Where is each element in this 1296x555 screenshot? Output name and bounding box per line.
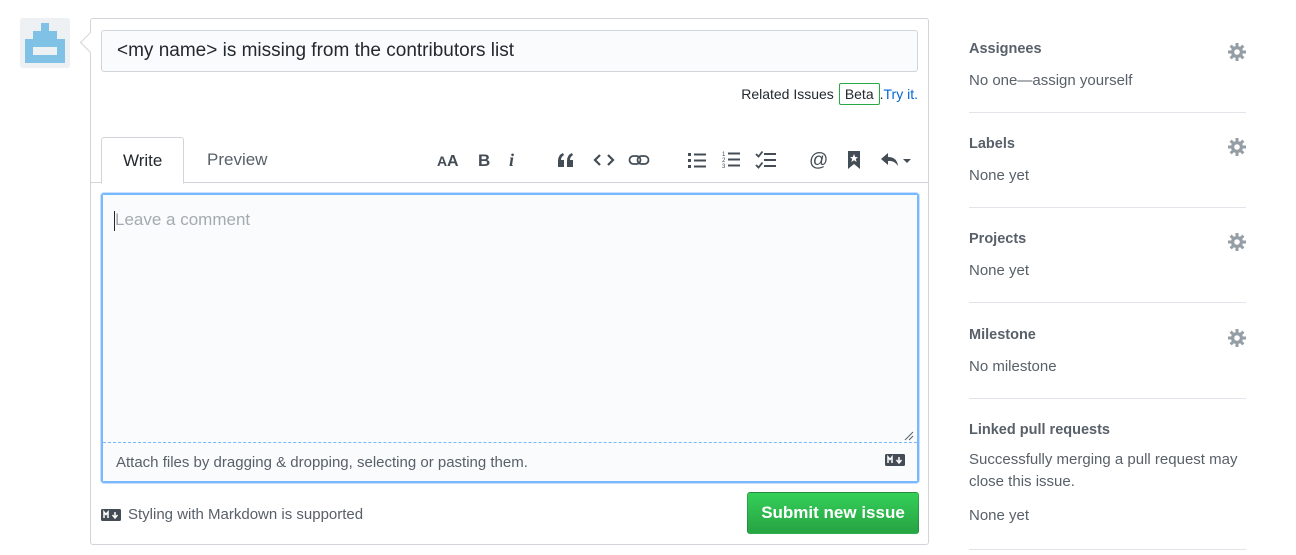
svg-text:A: A [437, 153, 447, 169]
quote-icon[interactable] [556, 149, 576, 171]
linked-prs-description: Successfully merging a pull request may … [969, 451, 1238, 490]
related-issues-label: Related Issues [741, 86, 834, 102]
ordered-list-icon[interactable]: 123 [722, 149, 742, 171]
svg-text:i: i [509, 151, 514, 169]
sidebar-divider [969, 398, 1246, 399]
svg-text:A: A [447, 153, 459, 169]
labels-value: None yet [969, 167, 1030, 184]
new-issue-form: <my name> is missing from the contributo… [90, 18, 929, 545]
mention-icon[interactable]: @ [809, 149, 829, 171]
sidebar-divider [969, 207, 1246, 208]
markdown-icon [885, 454, 905, 466]
related-issues: Related Issues Beta . Try it. [741, 83, 918, 105]
bookmark-icon[interactable] [846, 149, 862, 171]
gear-icon[interactable] [1228, 138, 1246, 156]
sidebar-linked-prs: Linked pull requests Successfully mergin… [969, 422, 1246, 527]
link-icon[interactable] [628, 149, 650, 171]
sidebar-assignees: Assignees No one—assign yourself [969, 41, 1246, 92]
submit-issue-button[interactable]: Submit new issue [747, 492, 919, 534]
sidebar-divider [969, 112, 1246, 113]
reply-icon[interactable] [879, 149, 913, 171]
markdown-icon [101, 508, 121, 521]
svg-text:@: @ [809, 150, 828, 170]
try-it-link[interactable]: Try it. [884, 86, 918, 102]
beta-badge: Beta [838, 83, 880, 105]
markdown-support-note[interactable]: Styling with Markdown is supported [101, 506, 363, 523]
issue-title-input[interactable]: <my name> is missing from the contributo… [101, 30, 918, 72]
sidebar-milestone: Milestone No milestone [969, 327, 1246, 378]
gear-icon[interactable] [1228, 329, 1246, 347]
assignees-title: Assignees [969, 41, 1042, 57]
bold-icon[interactable]: B [475, 149, 493, 171]
projects-value: None yet [969, 262, 1030, 279]
sidebar-divider [969, 549, 1246, 550]
svg-text:B: B [478, 151, 490, 169]
projects-title: Projects [969, 231, 1027, 247]
labels-title: Labels [969, 136, 1015, 152]
svg-text:3: 3 [722, 164, 726, 170]
sidebar-divider [969, 302, 1246, 303]
sidebar-labels: Labels None yet [969, 136, 1246, 187]
tab-write[interactable]: Write [101, 137, 185, 184]
tab-preview[interactable]: Preview [186, 137, 288, 184]
gear-icon[interactable] [1228, 233, 1246, 251]
assignees-value[interactable]: No one—assign yourself [969, 70, 1246, 92]
milestone-title: Milestone [969, 327, 1036, 343]
code-icon[interactable] [593, 149, 615, 171]
linked-prs-title: Linked pull requests [969, 422, 1110, 438]
milestone-value: No milestone [969, 358, 1057, 375]
comment-placeholder: Leave a comment [115, 210, 251, 229]
text-size-icon[interactable]: AA [437, 149, 459, 171]
comment-editor: Leave a comment Attach files by dragging… [101, 193, 919, 483]
linked-prs-value: None yet [969, 507, 1030, 524]
comment-textarea[interactable]: Leave a comment [103, 195, 917, 443]
resize-grip-icon[interactable] [904, 431, 914, 441]
avatar[interactable] [20, 18, 70, 68]
sidebar-projects: Projects None yet [969, 231, 1246, 282]
unordered-list-icon[interactable] [687, 149, 707, 171]
attach-files-area[interactable]: Attach files by dragging & dropping, sel… [103, 443, 917, 481]
italic-icon[interactable]: i [506, 149, 520, 171]
task-list-icon[interactable] [755, 149, 777, 171]
gear-icon[interactable] [1228, 43, 1246, 61]
markdown-note-label: Styling with Markdown is supported [128, 506, 364, 523]
